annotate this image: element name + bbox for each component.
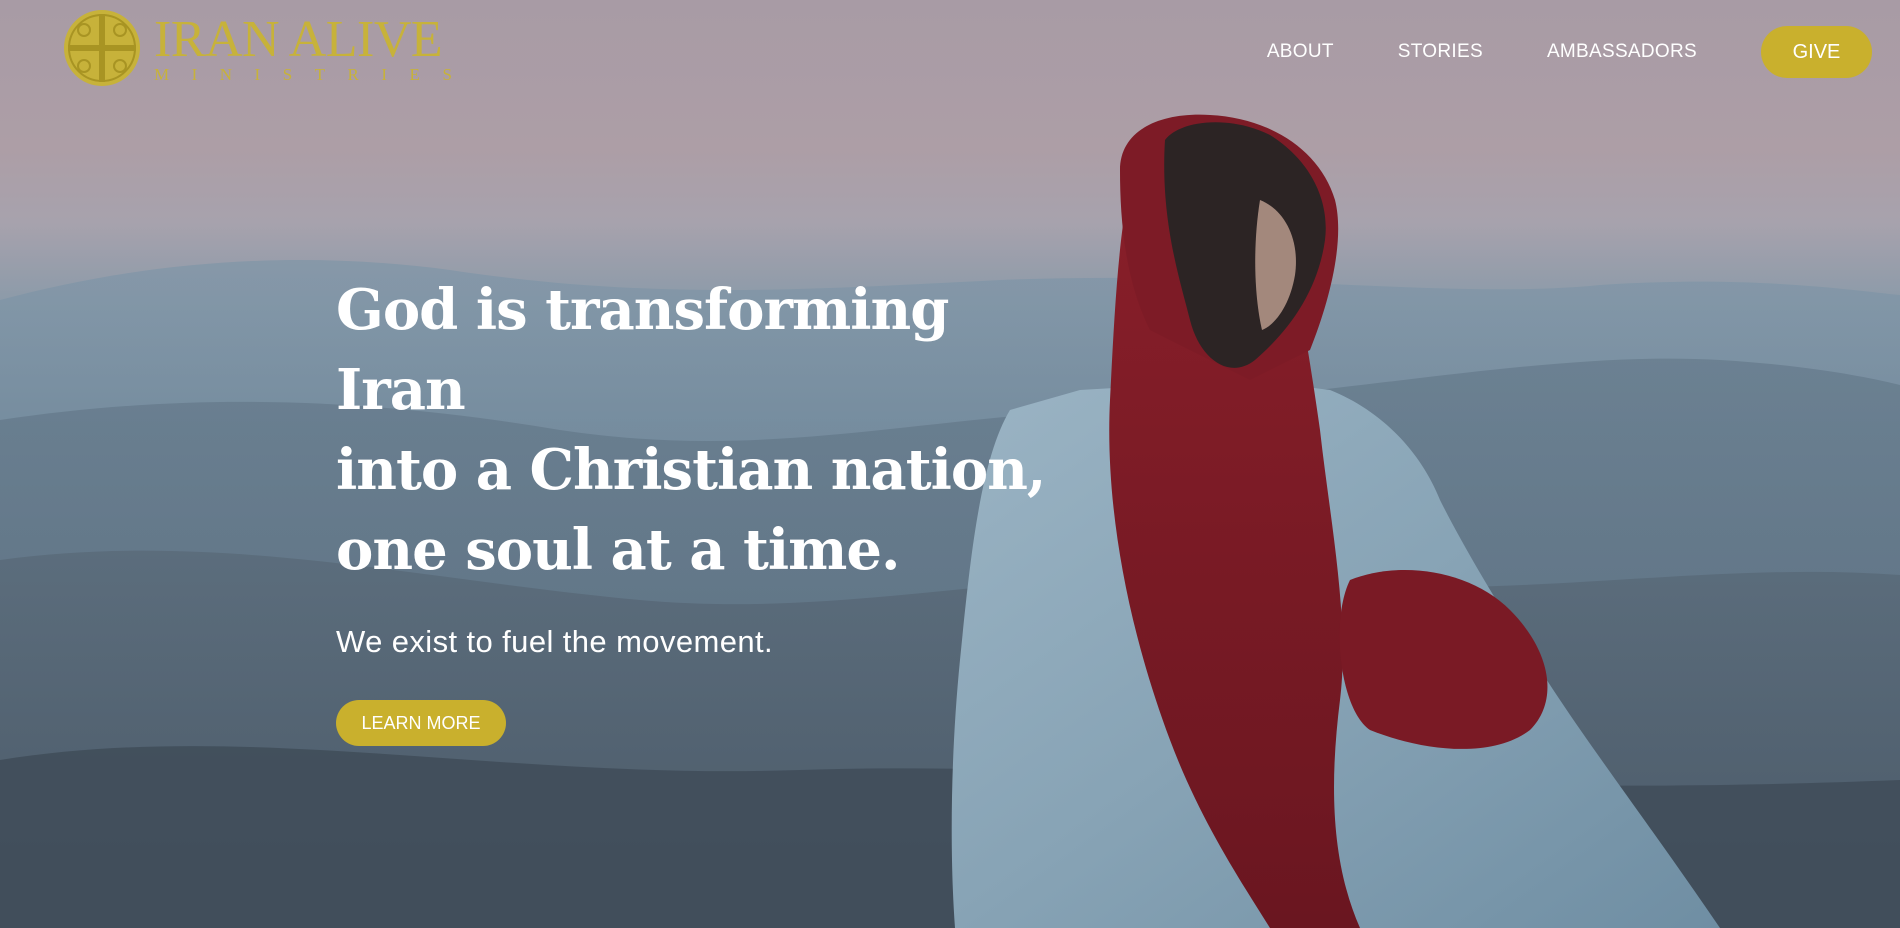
headline-line: one soul at a time. xyxy=(336,517,901,583)
main-nav: ABOUT STORIES AMBASSADORS GIVE xyxy=(1267,26,1872,78)
site-logo[interactable]: IRAN ALIVE MINISTRIES xyxy=(62,8,474,88)
hero-content: God is transforming Iran into a Christia… xyxy=(336,270,1056,746)
hero-headline: God is transforming Iran into a Christia… xyxy=(336,270,1056,590)
logo-subtitle: MINISTRIES xyxy=(154,64,475,84)
hero-section: IRAN ALIVE MINISTRIES ABOUT STORIES AMBA… xyxy=(0,0,1900,928)
hero-subheadline: We exist to fuel the movement. xyxy=(336,624,774,659)
learn-more-button[interactable]: LEARN MORE xyxy=(336,700,506,746)
nav-link-ambassadors[interactable]: AMBASSADORS xyxy=(1547,41,1697,63)
nav-link-stories[interactable]: STORIES xyxy=(1398,41,1483,63)
logo-title: IRAN ALIVE xyxy=(154,10,443,68)
cross-emblem-icon xyxy=(64,10,140,86)
nav-link-about[interactable]: ABOUT xyxy=(1267,41,1334,63)
give-button[interactable]: GIVE xyxy=(1761,26,1872,78)
headline-line: God is transforming Iran xyxy=(336,277,949,423)
headline-line: into a Christian nation, xyxy=(336,437,1046,503)
